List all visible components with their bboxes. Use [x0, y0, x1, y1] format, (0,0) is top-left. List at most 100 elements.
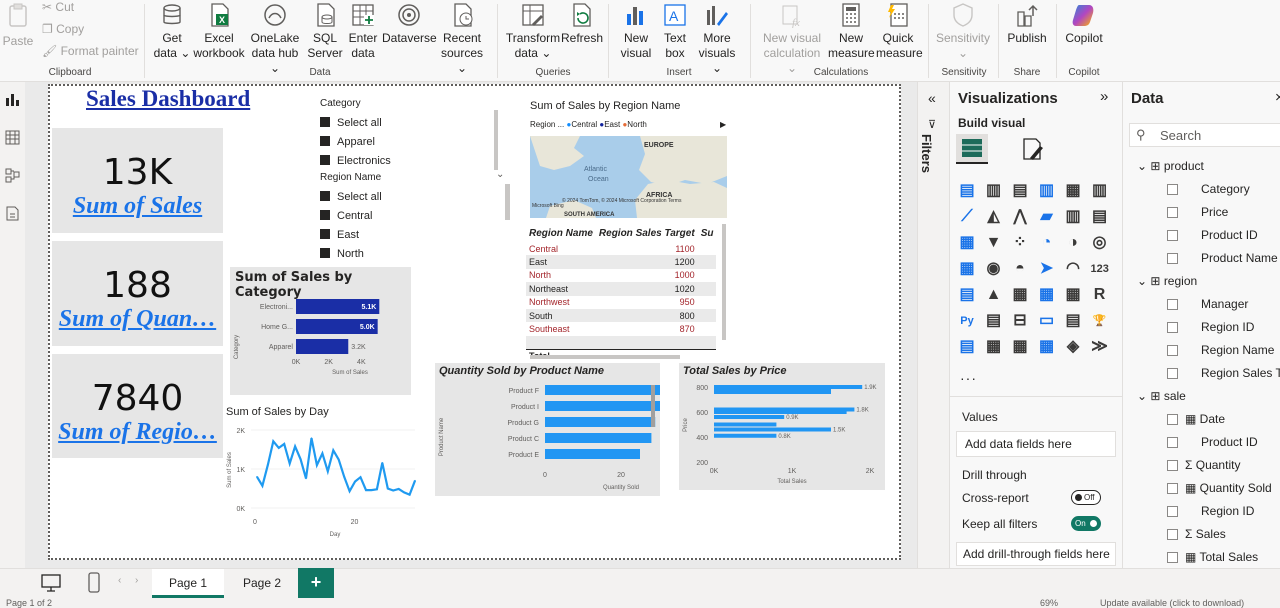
excel-workbook-button[interactable]: X Excel workbook	[193, 0, 245, 66]
matrix-grid-icon[interactable]: ▦	[1064, 286, 1082, 304]
field-checkbox[interactable]	[1167, 529, 1178, 540]
table-row[interactable]: East 1200	[526, 255, 717, 269]
field-checkbox[interactable]	[1167, 207, 1178, 218]
stacked-bar-icon[interactable]: ▤	[958, 182, 976, 200]
table-view-icon[interactable]	[5, 130, 20, 145]
slicer-scrollbar[interactable]	[505, 184, 510, 220]
onelake-data-hub-button[interactable]: OneLake data hub ⌄	[247, 0, 303, 75]
field-checkbox[interactable]	[1167, 322, 1178, 333]
region-table[interactable]: Region Name Region Sales Target Su Centr…	[526, 224, 726, 358]
decomposition-tree-icon[interactable]: ⊟	[1011, 312, 1029, 330]
line-column-icon[interactable]: ▥	[1064, 208, 1082, 226]
chevron-down-icon[interactable]: ⌄	[496, 169, 504, 180]
power-apps-icon[interactable]: ▦	[985, 338, 1003, 356]
category-bar-chart[interactable]: Sum of Sales by Category Category Electro…	[230, 267, 411, 395]
field-item[interactable]: Product ID	[1201, 228, 1258, 242]
field-item[interactable]: ▦ Total Sales	[1185, 550, 1258, 564]
stacked-column-icon[interactable]: ▥	[985, 182, 1003, 200]
drill-through-field-well[interactable]: Add drill-through fields here	[956, 542, 1116, 566]
quick-measure-button[interactable]: Quick measure	[876, 0, 923, 66]
format-painter-button[interactable]: 🖌 Format painter	[42, 44, 139, 58]
field-item[interactable]: Price	[1201, 205, 1228, 219]
paginated-report-icon[interactable]: ▤	[958, 338, 976, 356]
table-node-product[interactable]: ⌄ ⊞ product	[1137, 159, 1204, 173]
field-item[interactable]: Manager	[1201, 297, 1248, 311]
gauge-icon[interactable]: ◠	[1064, 260, 1082, 278]
category-slicer[interactable]: Category Select all Apparel Electronics	[320, 98, 440, 171]
field-checkbox[interactable]	[1167, 299, 1178, 310]
donut-chart-icon[interactable]: ◎	[1091, 234, 1109, 252]
prev-page-icon[interactable]: ‹	[118, 575, 121, 586]
model-view-icon[interactable]	[5, 168, 20, 183]
field-checkbox[interactable]	[1167, 184, 1178, 195]
desktop-layout-icon[interactable]	[40, 572, 62, 597]
map-canvas[interactable]: EUROPE Atlantic Ocean AFRICA SOUTH AMERI…	[530, 136, 727, 218]
quantity-by-product-chart[interactable]: Quantity Sold by Product Name Product Na…	[435, 363, 660, 496]
field-checkbox[interactable]	[1167, 368, 1178, 379]
slicer-option-electronics[interactable]: Electronics	[320, 152, 440, 171]
trophy-icon[interactable]: 🏆	[1091, 312, 1109, 330]
field-item[interactable]: Σ Quantity	[1185, 458, 1240, 472]
smart-narrative-icon[interactable]: ▤	[1064, 312, 1082, 330]
field-item[interactable]: Region Sales Ta...	[1201, 366, 1280, 380]
publish-button[interactable]: Publish	[1005, 0, 1049, 66]
new-measure-button[interactable]: New measure	[828, 0, 875, 66]
pie-chart-icon[interactable]: ◑	[1064, 234, 1082, 252]
waterfall-icon[interactable]: ▤	[1091, 208, 1109, 226]
values-field-well[interactable]: Add data fields here	[956, 431, 1116, 457]
kpi-card-quantity[interactable]: 188 Sum of Quan…	[52, 241, 223, 346]
build-visual-tab[interactable]	[956, 134, 988, 164]
azure-map-icon[interactable]: ➤	[1038, 260, 1056, 278]
table-row[interactable]: Central 1100	[526, 242, 717, 256]
dataverse-button[interactable]: Dataverse	[382, 0, 437, 66]
field-item[interactable]: Region ID	[1201, 504, 1254, 518]
chevron-down-icon[interactable]: ⌄	[1137, 389, 1147, 403]
python-icon[interactable]: Py	[958, 312, 976, 330]
add-page-button[interactable]: +	[298, 568, 334, 598]
field-checkbox[interactable]	[1167, 483, 1178, 494]
chevron-down-icon[interactable]: ⌄	[1137, 159, 1147, 173]
slicer-option-north[interactable]: North	[320, 245, 440, 264]
field-item[interactable]: Region ID	[1201, 320, 1254, 334]
field-item[interactable]: ▦ Quantity Sold	[1185, 481, 1272, 495]
legend-next-icon[interactable]: ▶	[720, 120, 726, 129]
key-influencers-icon[interactable]: ▤	[985, 312, 1003, 330]
table-horizontal-scrollbar[interactable]	[530, 355, 680, 359]
transform-data-button[interactable]: Transform data ⌄	[505, 0, 561, 66]
copilot-button[interactable]: Copilot	[1062, 0, 1106, 66]
line-chart-icon[interactable]: ⟋	[958, 208, 976, 226]
format-visual-tab[interactable]	[1020, 136, 1046, 165]
table-row[interactable]: Northwest 950	[526, 295, 717, 309]
tab-page-2[interactable]: Page 2	[226, 569, 298, 598]
diamond-icon[interactable]: ◈	[1064, 338, 1082, 356]
chevron-down-icon[interactable]: ⌄	[1137, 274, 1147, 288]
slicer-option-central[interactable]: Central	[320, 207, 440, 226]
cross-report-toggle[interactable]: Off	[1071, 490, 1101, 505]
scatter-chart-icon[interactable]: ⁘	[1011, 234, 1029, 252]
close-icon[interactable]: ×	[1275, 89, 1280, 106]
update-notice[interactable]: Update available (click to download)	[1100, 598, 1244, 608]
table-row[interactable]: North 1000	[526, 268, 717, 283]
copy-button[interactable]: ❐ Copy	[42, 22, 84, 36]
field-checkbox[interactable]	[1167, 230, 1178, 241]
arrow-chevron-icon[interactable]: ≫	[1091, 338, 1109, 356]
sales-by-region-map[interactable]: Sum of Sales by Region Name Region ... ●…	[530, 100, 730, 218]
tab-page-1[interactable]: Page 1	[152, 569, 224, 598]
text-box-button[interactable]: A Text box	[658, 0, 692, 66]
collapse-left-icon[interactable]: «	[928, 90, 936, 106]
metrics-icon[interactable]: ▦	[1038, 338, 1056, 356]
slicer-option-select-all[interactable]: Select all	[320, 188, 440, 207]
map-icon[interactable]: ◉	[985, 260, 1003, 278]
field-item[interactable]: Σ Sales	[1185, 527, 1226, 541]
cut-button[interactable]: ✂ Cut	[42, 0, 74, 14]
card-icon[interactable]: 123	[1091, 260, 1109, 278]
search-input[interactable]: ⚲ Search	[1129, 123, 1280, 147]
field-item[interactable]: Category	[1201, 182, 1250, 196]
field-item[interactable]: Product Name	[1201, 251, 1278, 265]
r-script-icon[interactable]: R	[1091, 286, 1109, 304]
power-automate-icon[interactable]: ▦	[1011, 338, 1029, 356]
sensitivity-button[interactable]: Sensitivity ⌄	[934, 0, 992, 66]
table-row[interactable]: Northeast 1020	[526, 282, 717, 296]
get-data-button[interactable]: Get data ⌄	[152, 0, 192, 66]
collapse-right-icon[interactable]: »	[1100, 88, 1108, 105]
